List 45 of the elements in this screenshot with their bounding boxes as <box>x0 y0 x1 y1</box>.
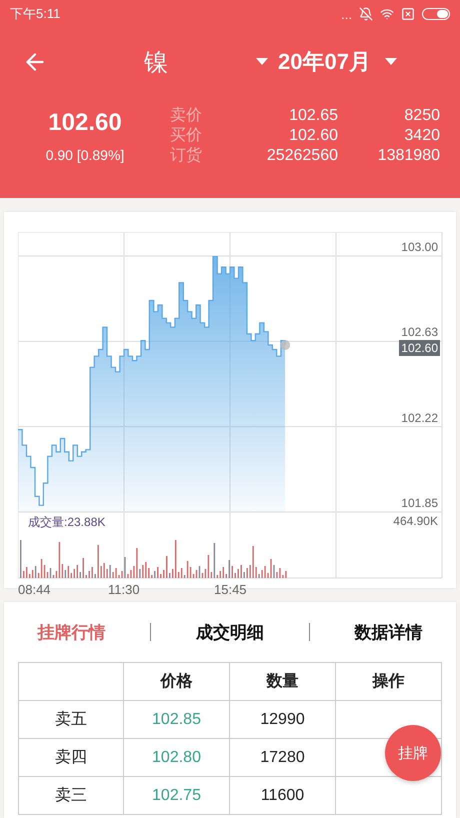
tab[interactable]: 数据详情 <box>348 616 429 648</box>
quote-volume: 1381980 <box>376 146 440 166</box>
table-header-cell: 操作 <box>336 663 442 701</box>
quote-price: 102.60 <box>288 126 338 146</box>
table-cell: 17280 <box>230 739 336 777</box>
quote-price: 25262560 <box>266 146 338 166</box>
quote-label: 买价 <box>170 126 203 146</box>
table-cell: 卖三 <box>19 777 124 815</box>
volume-label: 成交量:23.88K <box>28 514 106 531</box>
table-cell: 102.85 <box>124 701 230 739</box>
last-price: 102.60 <box>48 109 122 137</box>
commodity-title: 镍 <box>144 48 168 78</box>
quote-label: 订货 <box>170 146 203 166</box>
table-cell: 102.80 <box>124 739 230 777</box>
table-cell: 102.75 <box>124 777 230 815</box>
y-axis-label: 102.63 <box>401 325 438 340</box>
quote-volume: 3420 <box>403 126 440 146</box>
tab[interactable]: 成交明细 <box>190 616 270 648</box>
table-header-cell: 数量 <box>230 663 336 701</box>
caret-icon[interactable] <box>256 58 268 66</box>
sim-x-icon <box>401 7 415 21</box>
more-dots: ... <box>341 6 352 22</box>
table-cell: 12990 <box>230 701 336 739</box>
quote-label: 卖价 <box>170 106 203 126</box>
table-header-cell: 价格 <box>124 663 230 701</box>
x-axis-label: 11:30 <box>108 582 140 597</box>
table-cell: 卖四 <box>19 739 124 777</box>
bell-off-icon <box>359 7 373 21</box>
table-cell: 卖五 <box>19 701 124 739</box>
quote-price: 102.65 <box>288 106 338 126</box>
volume-max-label: 464.90K <box>393 514 438 528</box>
table-cell: 11600 <box>230 777 336 815</box>
caret-icon[interactable] <box>384 58 397 66</box>
y-axis-label: 103.00 <box>401 240 438 254</box>
price-change: 0.90 [0.89%] <box>46 147 124 163</box>
status-time: 下午5:11 <box>10 5 60 23</box>
last-price-tag: 102.60 <box>399 340 440 356</box>
y-axis-label: 102.22 <box>401 410 438 425</box>
x-axis-label: 08:44 <box>18 582 51 597</box>
y-axis-label: 101.85 <box>401 496 438 510</box>
contract-month: 20年07月 <box>278 48 371 76</box>
quote-volume: 8250 <box>403 106 440 126</box>
wifi-icon <box>380 7 394 21</box>
x-axis-label: 15:45 <box>214 582 247 597</box>
battery-icon <box>422 8 450 20</box>
